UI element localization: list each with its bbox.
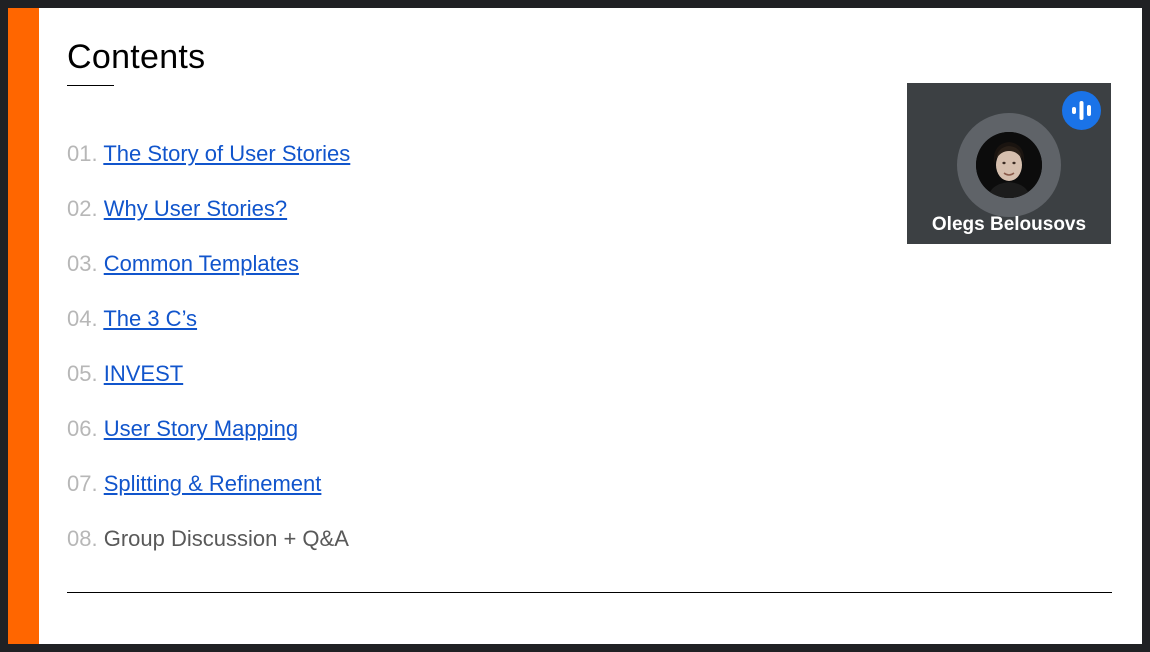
- participant-name: Olegs Belousovs: [931, 214, 1087, 235]
- speaking-indicator: [1062, 91, 1101, 130]
- toc-item: 06. User Story Mapping: [67, 416, 350, 471]
- toc-item: 02. Why User Stories?: [67, 196, 350, 251]
- accent-bar: [8, 8, 39, 644]
- avatar: [976, 132, 1042, 198]
- toc-item: 03. Common Templates: [67, 251, 350, 306]
- toc-link-invest[interactable]: INVEST: [104, 361, 183, 386]
- item-number: 07.: [67, 471, 98, 496]
- toc-link-three-cs[interactable]: The 3 C’s: [103, 306, 197, 331]
- audio-wave-icon: [1072, 101, 1091, 120]
- table-of-contents: 01. The Story of User Stories 02. Why Us…: [67, 141, 350, 581]
- participant-tile[interactable]: Olegs Belousovs: [907, 83, 1111, 244]
- profile-photo-icon: [976, 132, 1042, 198]
- slide-title: Contents: [67, 38, 206, 76]
- toc-item: 01. The Story of User Stories: [67, 141, 350, 196]
- title-underline: [67, 85, 114, 86]
- item-number: 02.: [67, 196, 98, 221]
- toc-link-user-story-mapping[interactable]: User Story Mapping: [104, 416, 298, 441]
- toc-item: 08. Group Discussion + Q&A: [67, 526, 350, 581]
- toc-item: 05. INVEST: [67, 361, 350, 416]
- toc-link-splitting-refinement[interactable]: Splitting & Refinement: [104, 471, 322, 496]
- item-number: 03.: [67, 251, 98, 276]
- toc-label-group-discussion: Group Discussion + Q&A: [103, 526, 349, 551]
- item-number: 04.: [67, 306, 98, 331]
- toc-link-story-of-user-stories[interactable]: The Story of User Stories: [103, 141, 350, 166]
- toc-link-why-user-stories[interactable]: Why User Stories?: [104, 196, 287, 221]
- toc-item: 04. The 3 C’s: [67, 306, 350, 361]
- bottom-divider: [67, 592, 1112, 593]
- item-number: 08.: [67, 526, 98, 551]
- toc-link-common-templates[interactable]: Common Templates: [104, 251, 299, 276]
- item-number: 01.: [67, 141, 98, 166]
- toc-item: 07. Splitting & Refinement: [67, 471, 350, 526]
- item-number: 06.: [67, 416, 98, 441]
- item-number: 05.: [67, 361, 98, 386]
